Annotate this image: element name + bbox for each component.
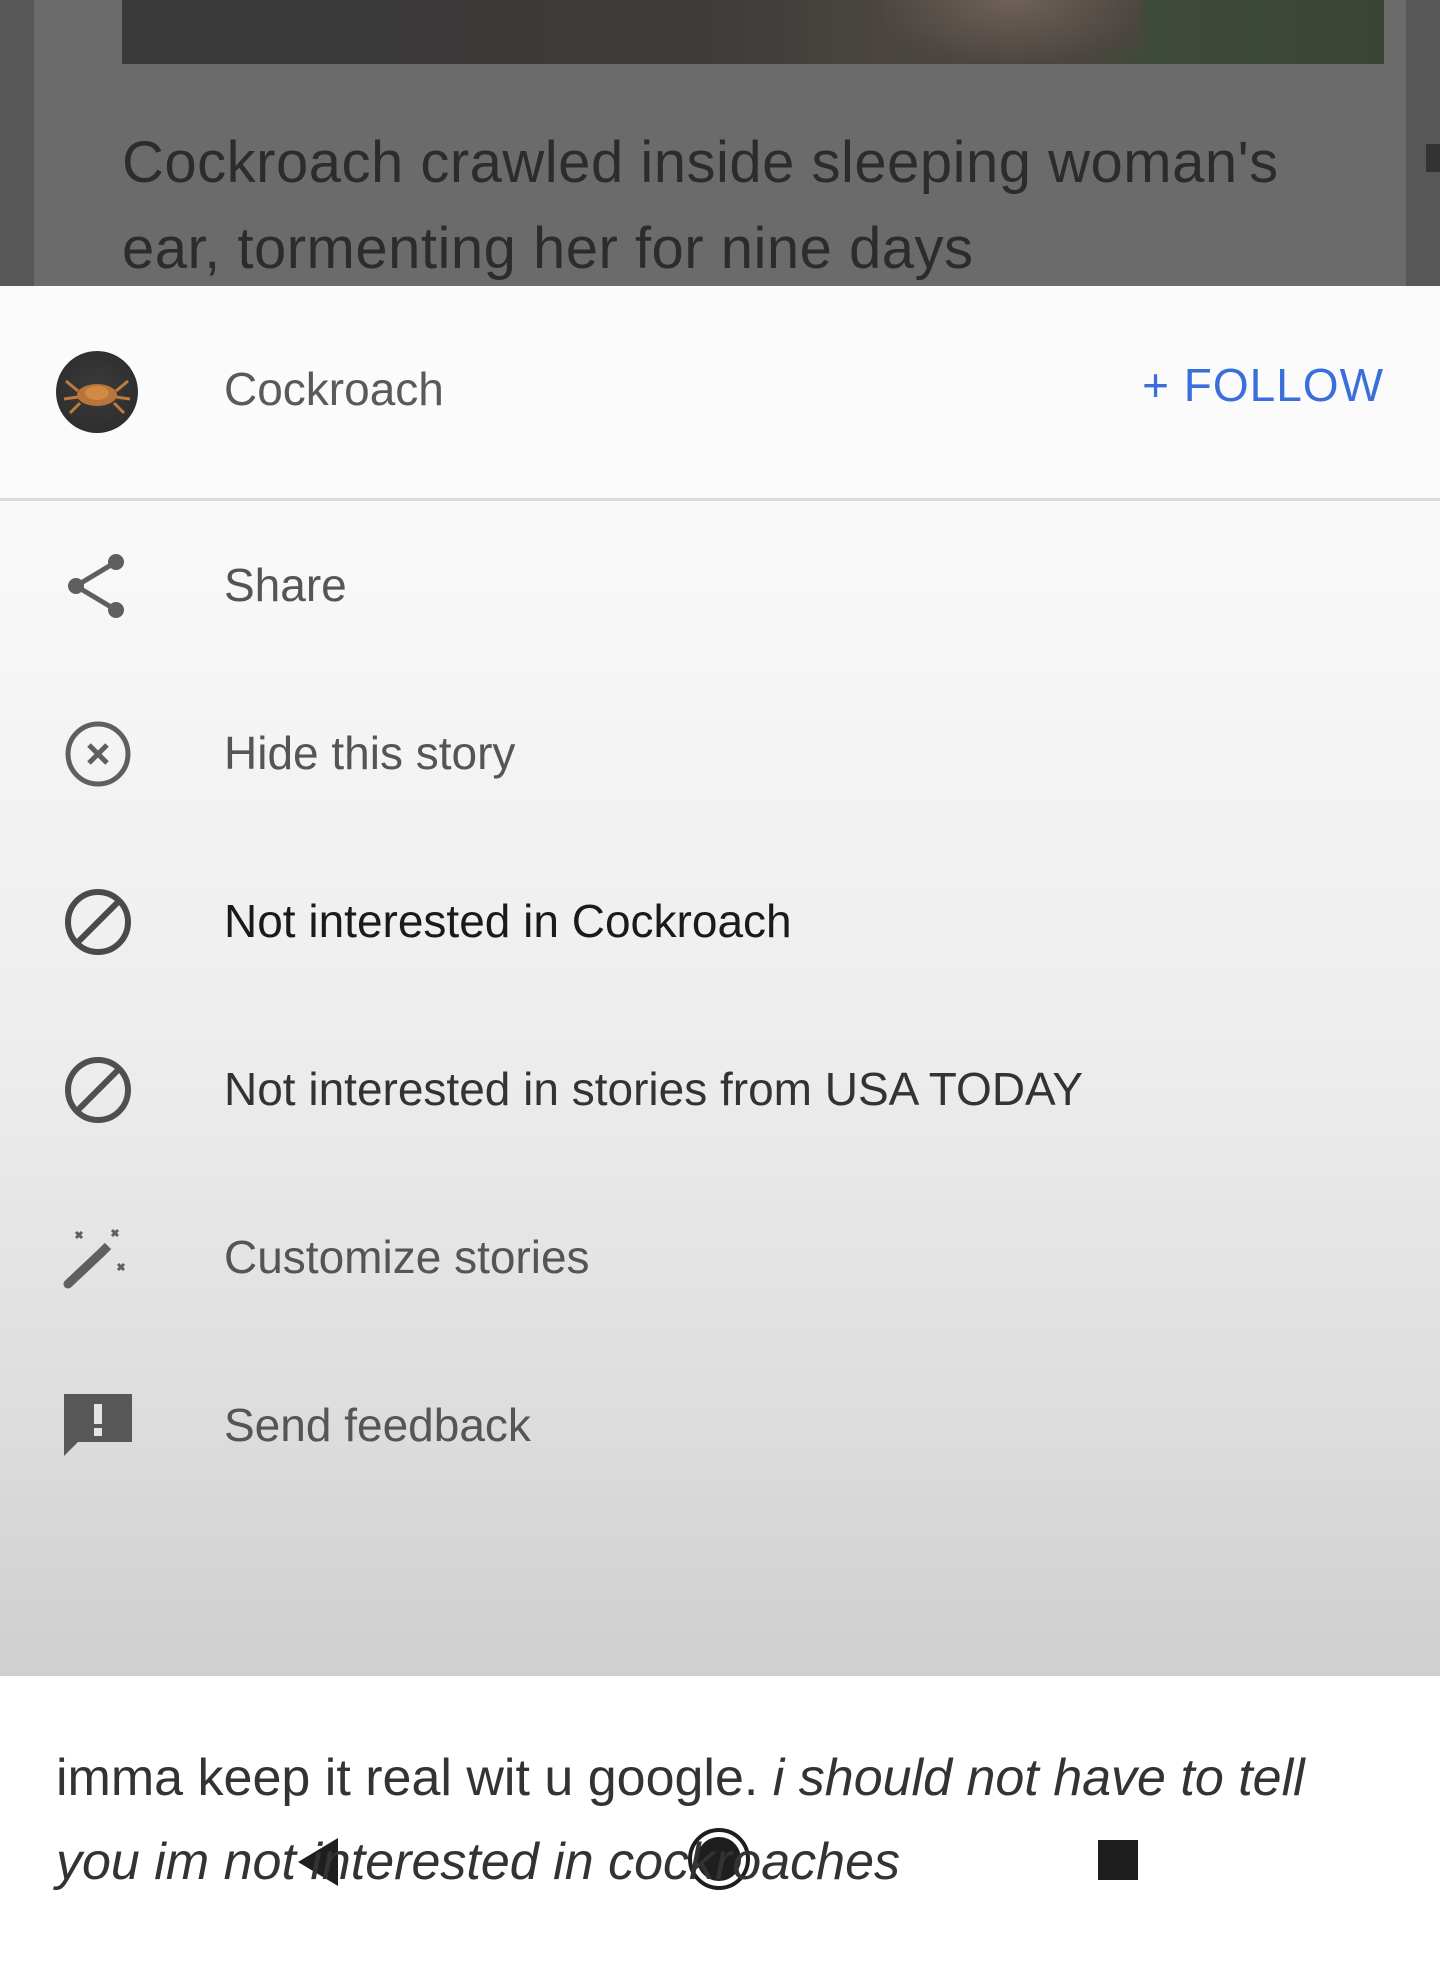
magic-wand-icon: [62, 1222, 134, 1294]
menu-item-label: Hide this story: [224, 727, 516, 779]
scroll-indicator: [1426, 144, 1440, 172]
feedback-icon: [62, 1390, 134, 1462]
menu-item-label: Send feedback: [224, 1399, 531, 1451]
menu-item-not-interested-topic[interactable]: Not interested in Cockroach: [0, 852, 1440, 992]
topic-name: Cockroach: [224, 363, 444, 415]
story-options-sheet: Cockroach + FOLLOW Share Hide this story: [0, 286, 1440, 1890]
follow-button[interactable]: + FOLLOW: [1142, 358, 1384, 412]
menu-item-customize-stories[interactable]: Customize stories: [0, 1188, 1440, 1328]
story-card[interactable]: Cockroach crawled inside sleeping woman'…: [34, 0, 1406, 286]
caption-text: imma keep it real wit u google. i should…: [56, 1736, 1396, 1904]
menu-item-share[interactable]: Share: [0, 516, 1440, 656]
block-icon: [62, 886, 134, 958]
menu-item-label: Share: [224, 559, 347, 611]
story-title: Cockroach crawled inside sleeping woman'…: [122, 120, 1412, 286]
menu-item-hide-story[interactable]: Hide this story: [0, 684, 1440, 824]
caption-plain: imma keep it real wit u google.: [56, 1749, 773, 1807]
menu-item-not-interested-source[interactable]: Not interested in stories from USA TODAY: [0, 1020, 1440, 1160]
menu-item-label: Customize stories: [224, 1231, 590, 1283]
story-image: [122, 0, 1384, 64]
story-title-line-1: Cockroach crawled inside sleeping woman'…: [122, 130, 1279, 195]
menu-item-label: Not interested in stories from USA TODAY: [224, 1063, 1083, 1115]
story-card-backdrop: Cockroach crawled inside sleeping woman'…: [0, 0, 1440, 286]
menu-item-send-feedback[interactable]: Send feedback: [0, 1356, 1440, 1496]
block-icon: [62, 1054, 134, 1126]
story-title-line-2: ear, tormenting her for nine days: [122, 216, 974, 281]
close-circle-icon: [62, 718, 134, 790]
share-icon: [62, 550, 134, 622]
topic-avatar: [56, 351, 138, 433]
menu-item-label: Not interested in Cockroach: [224, 895, 792, 947]
topic-row: Cockroach + FOLLOW: [0, 286, 1440, 501]
